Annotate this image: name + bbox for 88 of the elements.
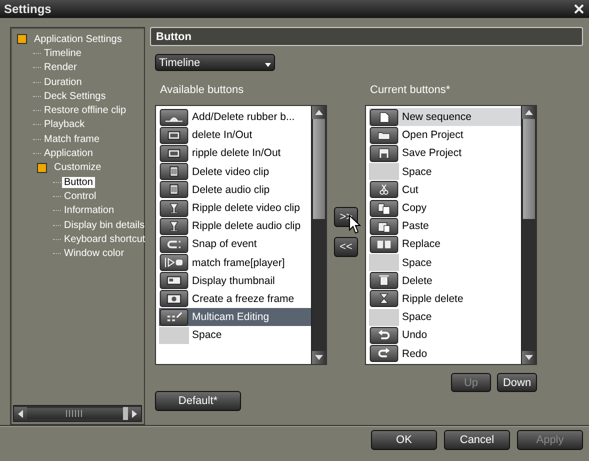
list-item[interactable]: Replace — [369, 235, 521, 254]
document-icon — [369, 108, 399, 126]
down-arrow-icon — [315, 355, 323, 360]
trash-icon — [369, 272, 399, 290]
list-item[interactable]: Cut — [369, 180, 521, 199]
scrollbar[interactable] — [311, 106, 326, 364]
tree-item[interactable]: Application — [42, 148, 95, 160]
blank-tile — [369, 163, 399, 180]
camera-icon — [159, 290, 189, 308]
scrollbar[interactable] — [521, 106, 536, 364]
tree-item[interactable]: Duration — [42, 76, 84, 88]
tree-item[interactable]: Keyboard shortcut — [62, 234, 148, 245]
clipboard-icon — [369, 218, 399, 235]
thumbnail-icon — [159, 272, 189, 290]
list-item[interactable]: Snap of event — [159, 235, 311, 254]
frame-icon — [159, 144, 189, 162]
list-item[interactable]: Ripple delete video clip — [159, 198, 311, 218]
down-button[interactable]: Down — [497, 373, 537, 392]
list-item[interactable]: Delete audio clip — [159, 180, 311, 199]
list-item[interactable]: ripple delete In/Out — [159, 144, 311, 163]
copy-icon — [369, 200, 399, 217]
up-arrow-icon — [315, 110, 323, 115]
play-flag-icon — [159, 254, 189, 272]
tree-item[interactable]: Timeline — [42, 48, 84, 59]
frame-icon — [159, 126, 189, 144]
category-dropdown[interactable]: Timeline — [155, 54, 275, 71]
list-label: Current buttons* — [369, 84, 452, 97]
undo-icon — [369, 326, 399, 344]
list-item[interactable]: Delete — [369, 272, 521, 290]
up-arrow-icon — [525, 110, 533, 115]
list-item[interactable]: Delete video clip — [159, 162, 311, 181]
tree-item[interactable]: Restore offline clip — [42, 105, 128, 116]
list-item[interactable]: New sequence — [369, 108, 521, 126]
tree-item[interactable]: Button — [62, 176, 95, 188]
tree-item[interactable]: Match frame — [42, 134, 102, 145]
right-arrow-icon — [132, 410, 137, 418]
list-item[interactable]: Paste — [369, 217, 521, 236]
list-item[interactable]: match frame[player] — [159, 254, 311, 272]
scroll-thumb[interactable] — [313, 119, 325, 219]
left-arrow-icon — [18, 410, 23, 418]
blank-tile — [369, 254, 399, 272]
list-item[interactable]: Space — [369, 162, 521, 181]
tree-item[interactable]: Render — [42, 62, 79, 74]
ok-button[interactable]: OK — [371, 430, 437, 450]
list-item[interactable]: Space — [369, 254, 521, 272]
magnet-icon — [159, 236, 189, 253]
scrollbar[interactable] — [13, 405, 142, 422]
list-item[interactable]: Redo — [369, 344, 521, 363]
panel-title: Button — [156, 30, 192, 42]
tree-item[interactable]: Deck Settings — [42, 90, 108, 102]
blank-tile — [159, 326, 189, 344]
tree-item[interactable]: Application Settings — [32, 34, 124, 45]
tree-item[interactable]: Playback — [42, 119, 87, 130]
bin-icon — [159, 181, 189, 198]
list-label: Available buttons — [159, 84, 245, 97]
scroll-thumb[interactable] — [123, 407, 128, 420]
window-title: Settings — [4, 2, 52, 16]
close-icon[interactable] — [574, 4, 584, 14]
remove-button[interactable]: << — [334, 237, 358, 257]
list-item[interactable]: Display thumbnail — [159, 272, 311, 290]
hourglass-icon — [369, 290, 399, 308]
tree-item[interactable]: Control — [62, 190, 98, 202]
list-item[interactable]: Space — [159, 326, 311, 344]
tree-item[interactable]: Display bin details — [62, 220, 147, 230]
tree-item[interactable]: Customize — [52, 162, 104, 174]
scroll-thumb[interactable] — [523, 119, 535, 219]
tree-item[interactable]: Window color — [62, 248, 126, 260]
list-item[interactable]: delete In/Out — [159, 126, 311, 144]
bin-icon — [159, 163, 189, 180]
redo-icon — [369, 345, 399, 362]
list-item[interactable]: Save Project — [369, 144, 521, 163]
caret-icon — [265, 63, 271, 67]
grid-icon — [159, 308, 189, 326]
tree-item[interactable]: Information — [62, 205, 116, 216]
list-item[interactable]: Add/Delete rubber b... — [159, 108, 311, 126]
cancel-button[interactable]: Cancel — [444, 430, 510, 450]
scissors-icon — [369, 181, 399, 198]
list-item[interactable]: Space — [369, 308, 521, 326]
list-item[interactable]: Copy — [369, 198, 521, 218]
down-arrow-icon — [525, 355, 533, 360]
list-item[interactable]: Undo — [369, 326, 521, 344]
blank-tile — [369, 308, 399, 326]
list-item[interactable]: Multicam Editing — [159, 308, 311, 326]
default-button[interactable]: Default* — [155, 391, 241, 411]
list-item[interactable]: Ripple delete audio clip — [159, 217, 311, 236]
list-item[interactable]: Create a freeze frame — [159, 290, 311, 308]
list-item[interactable]: Open Project — [369, 126, 521, 144]
list-item[interactable]: Ripple delete — [369, 290, 521, 308]
